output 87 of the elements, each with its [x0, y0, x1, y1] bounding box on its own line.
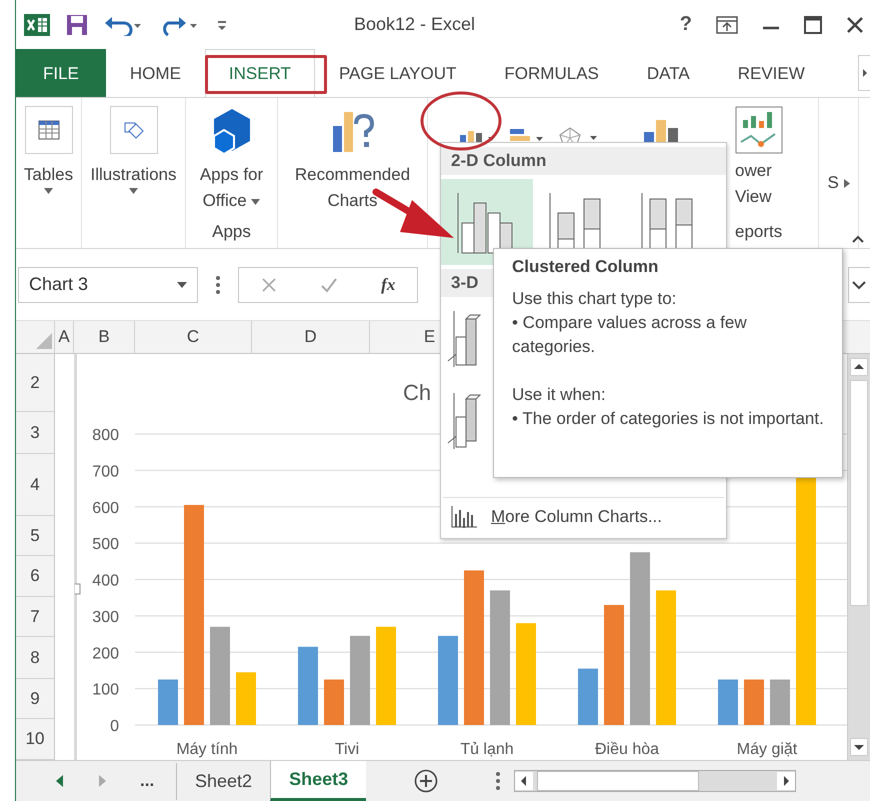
- tooltip-text: • The order of categories is not important.: [512, 408, 824, 430]
- collapse-icon[interactable]: [852, 234, 864, 244]
- power-view-button[interactable]: ower View: [735, 158, 772, 210]
- column-header[interactable]: B: [73, 321, 134, 353]
- caret-icon: [251, 198, 260, 205]
- resize-handle[interactable]: [75, 584, 80, 594]
- excel-logo-icon[interactable]: [24, 14, 50, 36]
- axis-label: 400: [92, 572, 119, 590]
- axis-label: 0: [110, 718, 119, 735]
- caret-icon: [44, 188, 53, 194]
- check-icon[interactable]: [320, 276, 338, 293]
- save-icon[interactable]: [66, 14, 88, 36]
- maximize-icon[interactable]: [804, 16, 822, 34]
- scrollbar-thumb[interactable]: [850, 380, 868, 606]
- row-header[interactable]: 3: [16, 412, 54, 454]
- tooltip-heading: Use it when:: [512, 384, 607, 406]
- scroll-right-icon[interactable]: [858, 55, 870, 92]
- scroll-right-button[interactable]: [777, 772, 796, 790]
- row-header[interactable]: 5: [16, 516, 54, 556]
- shapes-icon[interactable]: [110, 106, 158, 154]
- category-label: Điều hòa: [594, 741, 660, 758]
- axis-label: 500: [92, 536, 119, 554]
- horizontal-scrollbar[interactable]: [514, 770, 796, 792]
- expand-icon: [844, 179, 850, 188]
- more-sheets-button[interactable]: ...: [140, 771, 154, 791]
- bar: [718, 680, 738, 725]
- scroll-down-button[interactable]: [850, 738, 868, 756]
- row-header[interactable]: 2: [16, 354, 54, 412]
- bar: [158, 680, 178, 725]
- group-label: eports: [735, 222, 782, 244]
- window-title: Book12 - Excel: [354, 14, 476, 36]
- column-header[interactable]: A: [54, 321, 73, 353]
- category-label: Máy tính: [176, 741, 238, 758]
- ribbon-options-icon[interactable]: [716, 16, 738, 34]
- column-header[interactable]: D: [251, 321, 369, 353]
- category-label: Máy giặt: [736, 741, 798, 758]
- apps-for-office-button[interactable]: Apps for Office: [200, 162, 264, 214]
- report-chart-icon[interactable]: [735, 106, 783, 154]
- scroll-left-button[interactable]: [515, 772, 534, 790]
- bar: [578, 668, 598, 725]
- close-icon[interactable]: [846, 16, 864, 34]
- row-header[interactable]: 9: [16, 679, 54, 719]
- more-icon[interactable]: [216, 276, 220, 294]
- scroll-up-button[interactable]: [850, 358, 868, 376]
- bar: [236, 672, 256, 725]
- help-button[interactable]: ?: [680, 13, 692, 36]
- row-header[interactable]: 8: [16, 637, 54, 679]
- column-header[interactable]: C: [134, 321, 251, 353]
- row-header[interactable]: 6: [16, 556, 54, 597]
- chart-title: Ch: [403, 380, 432, 405]
- recommended-charts-button[interactable]: Recommended Charts: [294, 162, 410, 214]
- add-sheet-icon[interactable]: [414, 769, 438, 793]
- ribbon-tab[interactable]: FORMULAS: [480, 49, 623, 98]
- bar: [770, 680, 790, 725]
- file-tab[interactable]: FILE: [16, 49, 106, 98]
- section-header: 2-D Column: [441, 147, 726, 175]
- axis-label: 600: [92, 500, 119, 517]
- axis-label: 200: [92, 645, 119, 662]
- table-icon[interactable]: [24, 106, 72, 154]
- axis-label: 100: [92, 682, 119, 699]
- bar: [324, 680, 344, 725]
- splitter-icon[interactable]: [496, 772, 500, 790]
- category-label: Tủ lạnh: [460, 741, 514, 758]
- row-header[interactable]: 4: [16, 454, 54, 516]
- axis-label: 700: [92, 463, 119, 480]
- bar: [744, 680, 764, 725]
- name-box[interactable]: Chart 3: [18, 266, 198, 303]
- ribbon-tab[interactable]: PAGE LAYOUT: [314, 49, 480, 98]
- tables-button[interactable]: Tables: [24, 162, 74, 194]
- previous-sheet-icon[interactable]: [56, 775, 64, 787]
- ribbon-tab[interactable]: DATA: [622, 49, 714, 98]
- axis-label: 800: [92, 427, 119, 444]
- sheet-tab[interactable]: Sheet3: [270, 761, 366, 801]
- column-chart-icon: [451, 506, 477, 528]
- sparklines-button[interactable]: S: [827, 170, 850, 196]
- more-charts-link[interactable]: More Column Charts...: [491, 507, 662, 527]
- category-label: Tivi: [334, 741, 360, 758]
- caret-icon: [128, 188, 138, 194]
- ribbon-tab[interactable]: HOME: [106, 49, 205, 98]
- illustrations-button[interactable]: Illustrations: [90, 162, 176, 194]
- axis-label: 300: [92, 608, 119, 626]
- row-header[interactable]: 7: [16, 597, 54, 637]
- insert-function-button[interactable]: fx: [381, 274, 396, 295]
- expand-formula-button[interactable]: [848, 266, 870, 303]
- group-label: Apps: [212, 222, 251, 244]
- dropdown-icon[interactable]: [177, 282, 187, 288]
- ribbon-tab[interactable]: REVIEW: [714, 49, 829, 98]
